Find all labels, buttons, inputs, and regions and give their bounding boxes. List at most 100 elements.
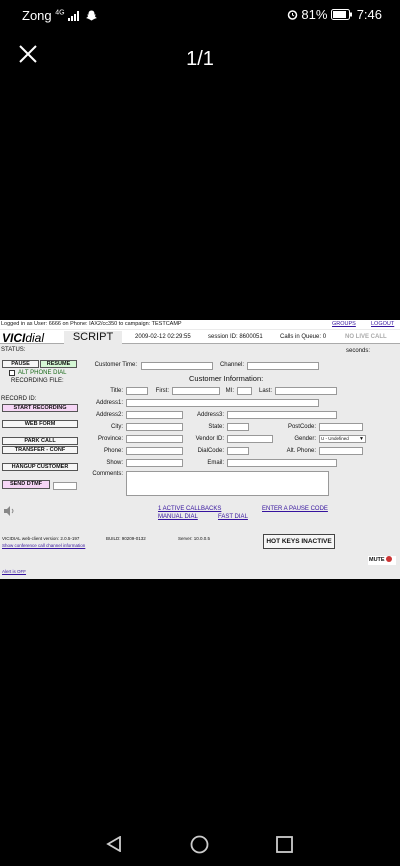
chevron-down-icon: ▼ bbox=[359, 436, 364, 442]
alt-phone-dial-label: ALT PHONE DIAL bbox=[18, 370, 67, 376]
comments-label: Comments: bbox=[92, 471, 123, 477]
first-name-field[interactable] bbox=[172, 387, 220, 395]
vendor-id-label: Vendor ID: bbox=[195, 436, 224, 442]
clock: 7:46 bbox=[356, 7, 382, 22]
volume-icon[interactable] bbox=[3, 505, 17, 517]
address2-field[interactable] bbox=[126, 411, 183, 419]
customer-time-field bbox=[141, 362, 213, 370]
send-dtmf-button[interactable]: SEND DTMF bbox=[2, 480, 50, 489]
recents-icon[interactable] bbox=[276, 836, 293, 853]
address1-field[interactable] bbox=[126, 399, 319, 407]
hangup-customer-button[interactable]: HANGUP CUSTOMER bbox=[2, 463, 78, 471]
start-recording-button[interactable]: START RECORDING bbox=[2, 404, 78, 412]
signal-icon bbox=[68, 11, 80, 21]
customer-time-label: Customer Time: bbox=[94, 362, 137, 368]
carrier: Zong bbox=[22, 8, 52, 23]
web-form-button[interactable]: WEB FORM bbox=[2, 420, 78, 428]
viewer-toolbar: 1/1 bbox=[0, 30, 400, 86]
province-field[interactable] bbox=[126, 435, 183, 443]
comments-field[interactable] bbox=[126, 471, 329, 496]
last-name-field[interactable] bbox=[275, 387, 337, 395]
alt-phone-label: Alt. Phone: bbox=[286, 448, 316, 454]
city-label: City: bbox=[111, 424, 123, 430]
alt-phone-checkbox[interactable] bbox=[9, 370, 15, 376]
groups-link[interactable]: GROUPS bbox=[332, 321, 356, 327]
version-info: VICIDIAL web-client version: 2.0.5-197 bbox=[2, 536, 80, 541]
network-type: 4G bbox=[55, 9, 65, 17]
calls-in-queue: Calls in Queue: 0 bbox=[280, 334, 327, 340]
active-callbacks-link[interactable]: 1 ACTIVE CALLBACKS bbox=[158, 506, 221, 512]
email-field[interactable] bbox=[227, 459, 337, 467]
fast-dial-link[interactable]: FAST DIAL bbox=[218, 514, 248, 520]
address3-field[interactable] bbox=[227, 411, 337, 419]
dialcode-field[interactable] bbox=[227, 447, 249, 455]
home-icon[interactable] bbox=[190, 835, 209, 854]
mute-button[interactable]: MUTE bbox=[368, 556, 396, 565]
state-field[interactable] bbox=[227, 423, 249, 431]
status-bar: Zong 4G 81% 7:46 bbox=[0, 0, 400, 30]
server-info: Server: 10.0.0.5 bbox=[178, 536, 211, 541]
postcode-field[interactable] bbox=[319, 423, 363, 431]
dtmf-input[interactable] bbox=[53, 482, 77, 490]
manual-dial-link[interactable]: MANUAL DIAL bbox=[158, 514, 198, 520]
status-left: Zong 4G bbox=[22, 8, 97, 23]
gender-value: U - Undefined bbox=[321, 436, 349, 441]
conference-info-link[interactable]: Show conference call channel information bbox=[2, 543, 85, 548]
address2-label: Address2: bbox=[95, 412, 123, 418]
back-icon[interactable] bbox=[106, 836, 122, 852]
vicidial-screenshot: Logged in as User: 6666 on Phone: IAX2/c… bbox=[0, 320, 400, 579]
customer-info-heading: Customer Information: bbox=[189, 374, 264, 383]
pause-button[interactable]: PAUSE bbox=[2, 360, 39, 368]
recording-file-label: RECORDING FILE: bbox=[11, 378, 64, 384]
show-label: Show: bbox=[106, 460, 123, 466]
transfer-conf-button[interactable]: TRANSFER - CONF bbox=[2, 446, 78, 454]
address3-label: Address3: bbox=[196, 412, 224, 418]
logout-link[interactable]: LOGOUT bbox=[371, 321, 394, 327]
pause-code-link[interactable]: ENTER A PAUSE CODE bbox=[262, 506, 328, 512]
last-label: Last: bbox=[258, 388, 272, 394]
address1-label: Address1: bbox=[95, 400, 123, 406]
channel-field bbox=[247, 362, 319, 370]
navigation-bar bbox=[0, 822, 400, 866]
image-counter: 1/1 bbox=[186, 48, 214, 70]
phone-field[interactable] bbox=[126, 447, 183, 455]
show-field[interactable] bbox=[126, 459, 183, 467]
alarm-icon bbox=[287, 10, 298, 20]
vicidial-header: Logged in as User: 6666 on Phone: IAX2/c… bbox=[0, 320, 400, 329]
dialcode-label: DialCode: bbox=[197, 448, 224, 454]
status-right: 81% 7:46 bbox=[287, 7, 382, 22]
vicidial-logo: VICIdial bbox=[2, 331, 44, 345]
battery-icon bbox=[331, 9, 353, 20]
park-call-button[interactable]: PARK CALL bbox=[2, 437, 78, 445]
province-label: Province: bbox=[97, 436, 123, 442]
alt-phone-field[interactable] bbox=[319, 447, 363, 455]
logo-vici: VICI bbox=[2, 331, 26, 345]
status-label: STATUS: bbox=[1, 347, 26, 353]
snapchat-icon bbox=[86, 10, 97, 21]
logo-dial: dial bbox=[25, 331, 45, 345]
vendor-id-field[interactable] bbox=[227, 435, 273, 443]
title-label: Title: bbox=[110, 388, 123, 394]
seconds-label: seconds: bbox=[346, 348, 371, 354]
mi-field[interactable] bbox=[237, 387, 252, 395]
logo-bar: VICIdial SCRIPT 2009-02-12 02:29:55 sess… bbox=[0, 330, 400, 345]
gender-select[interactable]: U - Undefined ▼ bbox=[319, 435, 366, 443]
gender-label: Gender: bbox=[294, 436, 316, 442]
city-field[interactable] bbox=[126, 423, 183, 431]
tab-script[interactable]: SCRIPT bbox=[64, 331, 122, 344]
resume-button[interactable]: RESUME bbox=[40, 360, 77, 368]
login-info: Logged in as User: 6666 on Phone: IAX2/c… bbox=[1, 321, 182, 327]
mute-icon bbox=[386, 556, 393, 562]
no-live-call: NO LIVE CALL bbox=[345, 334, 387, 340]
hot-keys-button[interactable]: HOT KEYS INACTIVE bbox=[263, 534, 335, 549]
first-label: First: bbox=[155, 388, 169, 394]
record-id-label: RECORD ID: bbox=[1, 396, 37, 402]
mi-label: MI: bbox=[225, 388, 234, 394]
state-label: State: bbox=[208, 424, 224, 430]
postcode-label: PostCode: bbox=[287, 424, 316, 430]
datetime: 2009-02-12 02:29:55 bbox=[135, 334, 191, 340]
email-label: Email: bbox=[207, 460, 224, 466]
alert-toggle-link[interactable]: Alert is OFF bbox=[2, 569, 26, 574]
session-id: session ID: 8600051 bbox=[208, 334, 263, 340]
build-info: BUILD: 90209-0132 bbox=[106, 536, 146, 541]
